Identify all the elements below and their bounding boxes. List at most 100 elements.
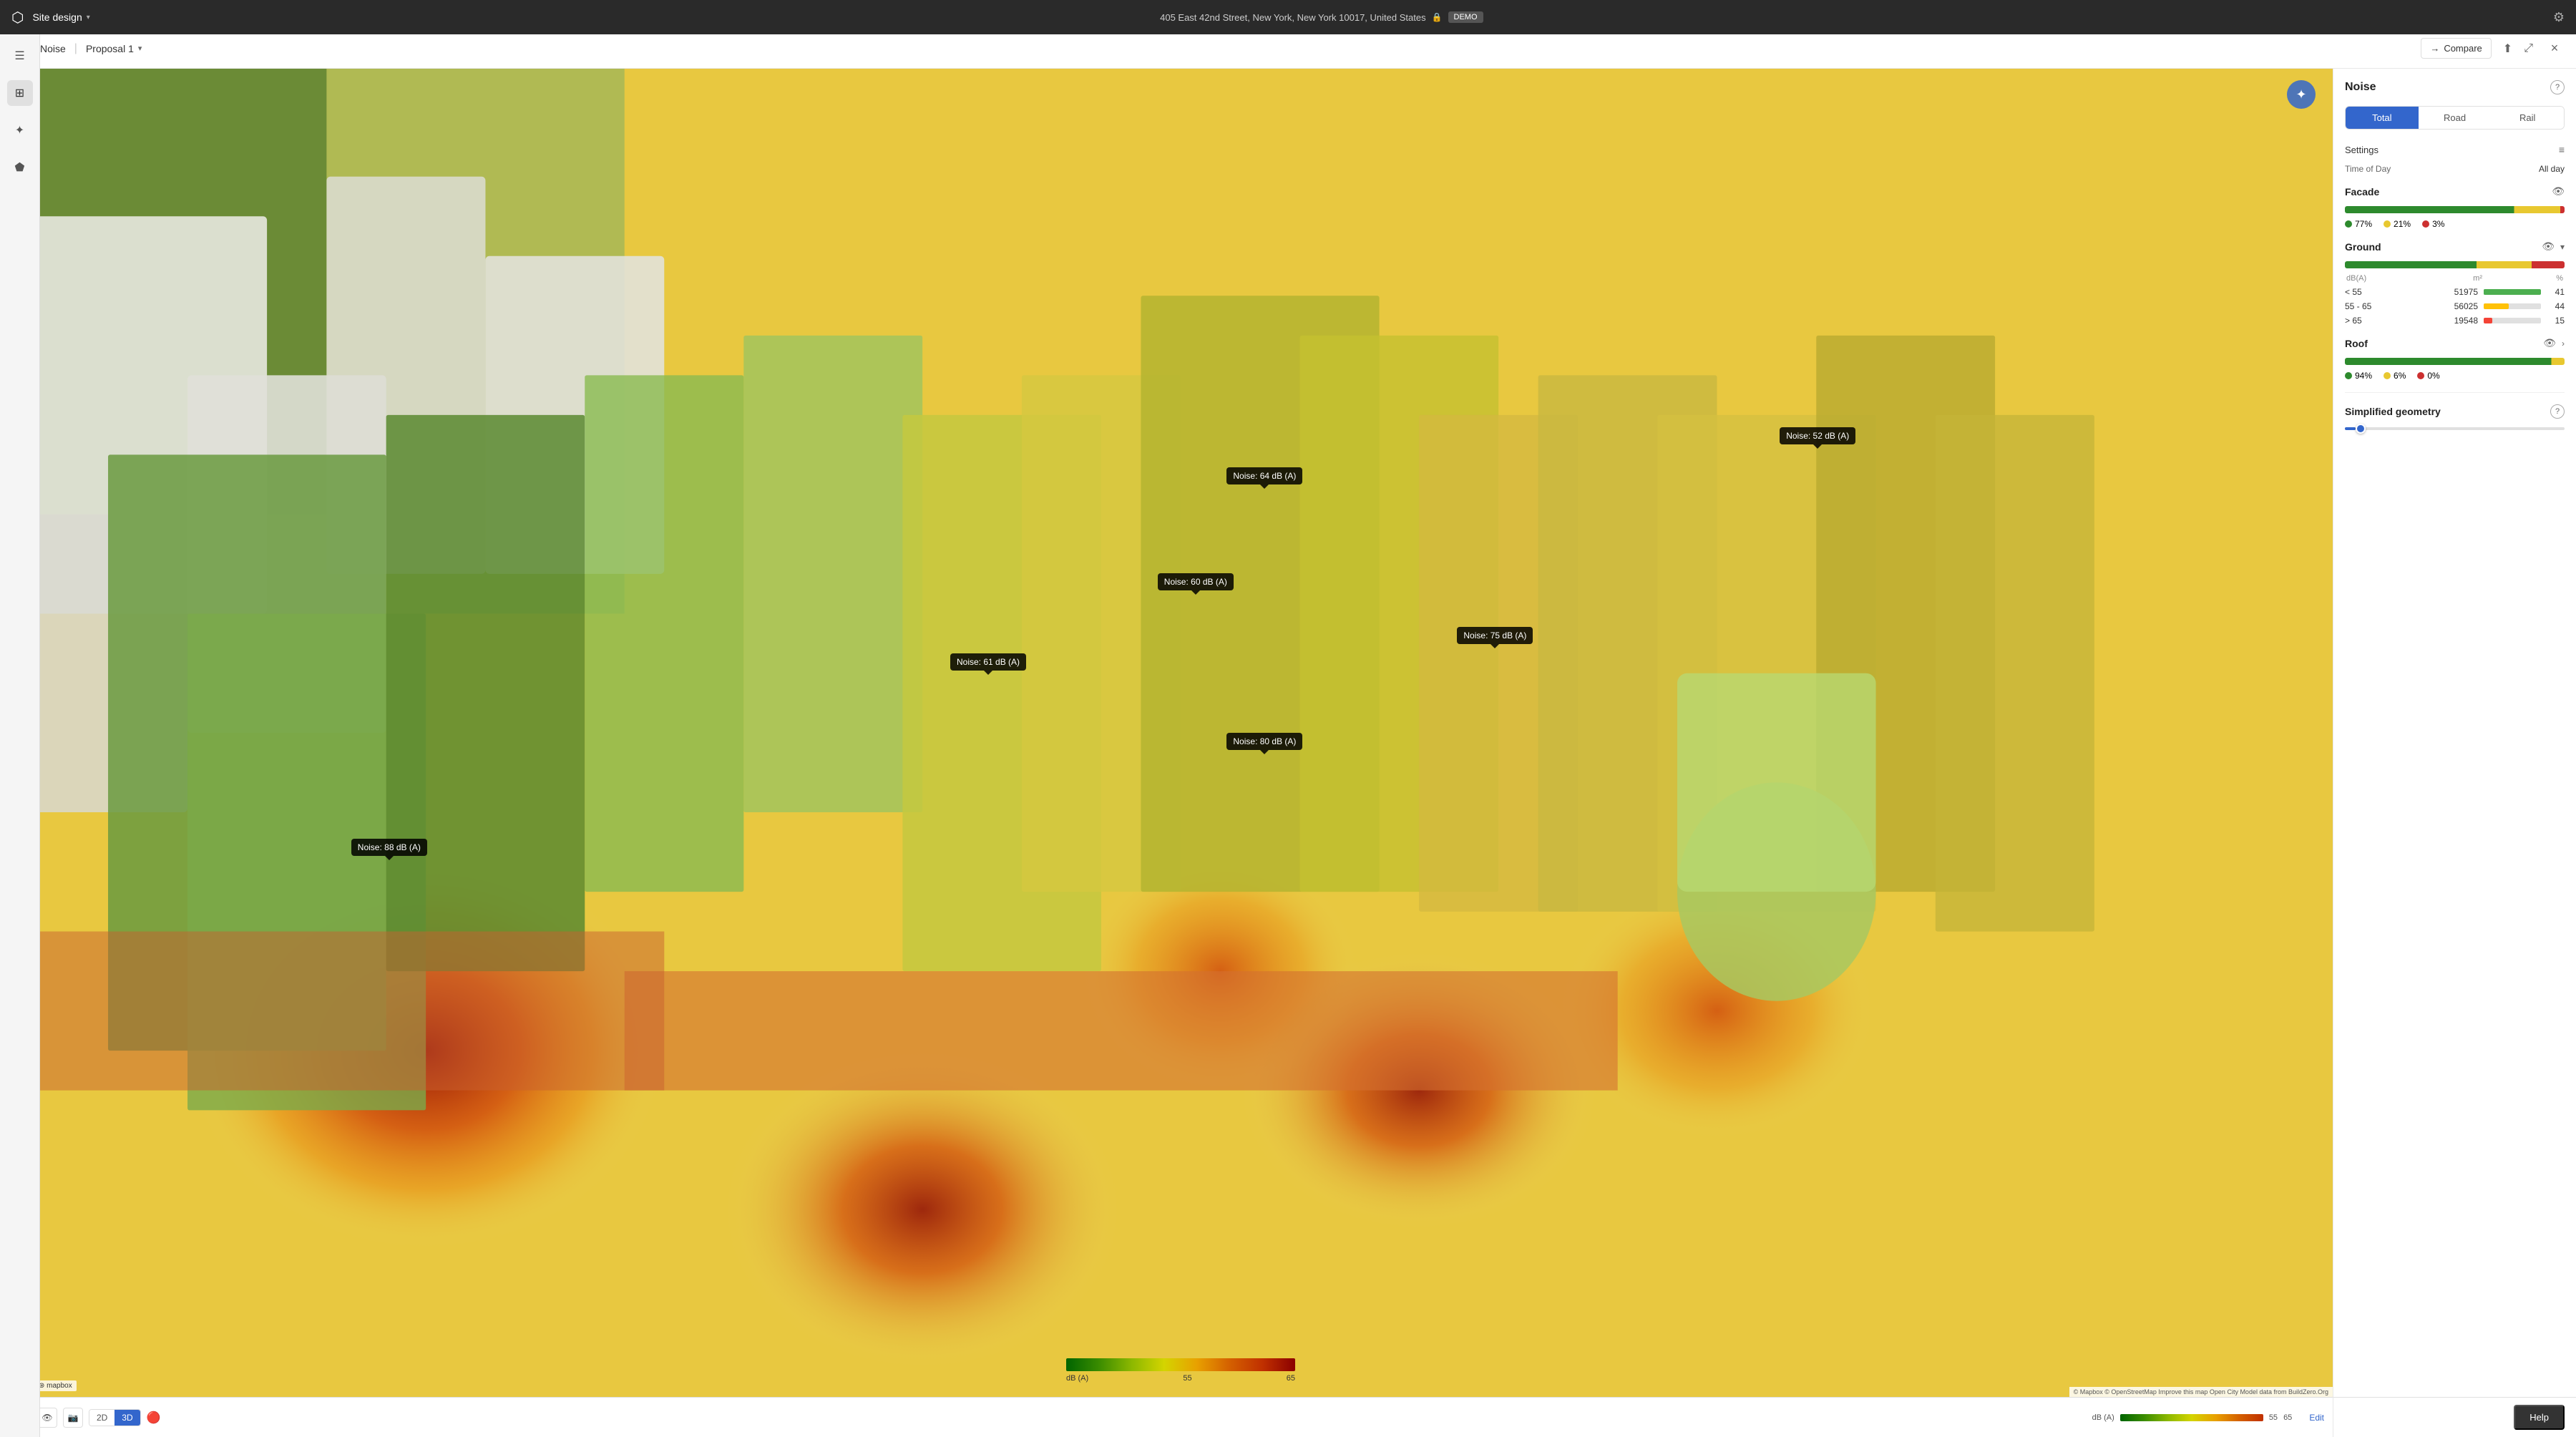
pct-gt65: 15 (2547, 316, 2565, 326)
right-panel: Noise ? Total Road Rail Settings ≡ Time … (2333, 69, 2576, 1437)
scale-55-label: 55 (2269, 1413, 2278, 1422)
address-text: 405 East 42nd Street, New York, New York… (1160, 12, 1425, 23)
settings-top-icon[interactable]: ⚙ (2553, 10, 2565, 25)
proposal-name: Proposal 1 (86, 43, 134, 54)
facade-red-dot (2422, 220, 2429, 228)
scale-label-right: 65 (1287, 1374, 1295, 1383)
scale-65-label: 65 (2283, 1413, 2292, 1422)
ground-table-header: dB(A) m² % (2345, 274, 2565, 283)
bar-gt65 (2484, 318, 2541, 323)
right-panel-title-row: Noise ? (2345, 80, 2565, 94)
facade-section-header: Facade 👁 (2345, 185, 2565, 198)
time-of-day-value: All day (2539, 164, 2565, 174)
top-bar: ⬡ Site design ▾ 405 East 42nd Street, Ne… (0, 0, 2576, 34)
roof-yellow-dot (2384, 372, 2391, 379)
bottom-map-controls-left: 👁 📷 2D 3D 🔴 (37, 1408, 161, 1428)
bar-55-65 (2484, 303, 2541, 309)
bottom-strip: 👁 📷 2D 3D 🔴 dB (A) 55 65 Edit (29, 1397, 2333, 1437)
ground-expand-icon[interactable]: ▾ (2560, 242, 2565, 252)
tab-road[interactable]: Road (2419, 107, 2492, 129)
roof-percentage-row: 94% 6% 0% (2345, 371, 2565, 381)
mode-3d-btn[interactable]: 3D (114, 1410, 140, 1426)
panel-header-right: → Compare ⬆ ⤢ × (2421, 38, 2565, 59)
top-bar-right: ⚙ (2553, 10, 2565, 25)
tab-total[interactable]: Total (2346, 107, 2419, 129)
noise-help-icon[interactable]: ? (2550, 80, 2565, 94)
sidebar-menu-icon[interactable]: ☰ (7, 43, 33, 69)
scale-labels: dB (A) 55 65 (1066, 1374, 1295, 1383)
bottom-scale-section: dB (A) 55 65 (2092, 1413, 2293, 1422)
scale-dba-label: dB (A) (2092, 1413, 2114, 1422)
proposal-arrow: ▾ (138, 44, 142, 53)
panel-header: Noise | Proposal 1 ▾ → Compare ⬆ ⤢ × (29, 29, 2576, 69)
app-title-section[interactable]: Site design ▾ (32, 11, 89, 23)
ground-data-table: dB(A) m² % < 55 51975 41 55 - 65 56025 (2345, 274, 2565, 326)
roof-green-pct: 94% (2345, 371, 2372, 381)
ground-row-lt55: < 55 51975 41 (2345, 287, 2565, 297)
panel-separator: | (74, 42, 77, 55)
expand-icon[interactable]: ⤢ (2524, 42, 2533, 55)
view-mode-toggle: 2D 3D (89, 1409, 141, 1426)
eye-ctrl-btn[interactable]: 👁 (37, 1408, 57, 1428)
demo-badge: DEMO (1448, 11, 1483, 23)
time-of-day-label: Time of Day (2345, 164, 2391, 174)
close-button[interactable]: × (2545, 39, 2565, 59)
left-sidebar: ☰ ⊞ ✦ ⬟ (0, 34, 40, 1437)
bottom-right-panel: Help (2333, 1397, 2576, 1437)
facade-eye-icon[interactable]: 👁 (2552, 185, 2565, 198)
col-header-bar (2488, 274, 2545, 283)
scale-label-mid: 55 (1183, 1374, 1191, 1383)
roof-title: Roof (2345, 338, 2368, 349)
roof-gradient-bar (2345, 358, 2565, 365)
noise-panel-title: Noise (2345, 81, 2376, 94)
sidebar-tools-icon[interactable]: ✦ (7, 117, 33, 143)
facade-icons: 👁 (2552, 185, 2565, 198)
proposal-dropdown[interactable]: Proposal 1 ▾ (86, 43, 142, 54)
facade-title: Facade (2345, 186, 2379, 198)
compare-button[interactable]: → Compare (2421, 38, 2491, 59)
scale-label-left: dB (A) (1066, 1374, 1088, 1383)
compass-icon: 🔴 (147, 1411, 161, 1425)
map-area[interactable]: Noise: 88 dB (A) Noise: 80 dB (A) Noise:… (29, 69, 2333, 1397)
roof-icons: 👁 › (2543, 337, 2565, 349)
tab-rail[interactable]: Rail (2491, 107, 2564, 129)
compare-icon: → (2430, 43, 2439, 54)
roof-red-pct: 0% (2417, 371, 2439, 381)
simplified-geometry-title: Simplified geometry (2345, 406, 2441, 417)
facade-red-pct: 3% (2422, 219, 2444, 229)
3d-scene[interactable] (29, 69, 2333, 1397)
mode-2d-btn[interactable]: 2D (89, 1410, 114, 1426)
facade-yellow-pct: 21% (2384, 219, 2411, 229)
navigation-button[interactable]: ✦ (2287, 80, 2316, 109)
bar-lt55 (2484, 289, 2541, 295)
ground-row-55-65: 55 - 65 56025 44 (2345, 301, 2565, 311)
camera-ctrl-btn[interactable]: 📷 (63, 1408, 83, 1428)
ground-icons: 👁 ▾ (2542, 240, 2565, 253)
col-header-pct: % (2545, 274, 2563, 283)
map-attribution: © Mapbox © OpenStreetMap Improve this ma… (2069, 1387, 2333, 1397)
app-title: Site design (32, 11, 82, 23)
roof-section-header: Roof 👁 › (2345, 337, 2565, 349)
edit-btn[interactable]: Edit (2309, 1413, 2324, 1423)
facade-gradient-bar (2345, 206, 2565, 213)
settings-label: Settings (2345, 145, 2379, 155)
range-lt55: < 55 (2345, 287, 2381, 297)
help-button[interactable]: Help (2514, 1405, 2565, 1430)
facade-green-pct: 77% (2345, 219, 2372, 229)
roof-expand-icon[interactable]: › (2562, 338, 2565, 349)
sidebar-shape-icon[interactable]: ⬟ (7, 155, 33, 180)
bottom-scale-bar (2120, 1414, 2263, 1421)
ground-eye-icon[interactable]: 👁 (2542, 240, 2555, 253)
color-scale: dB (A) 55 65 (1066, 1358, 1295, 1383)
map-svg (29, 69, 2333, 1397)
simplified-help-icon[interactable]: ? (2550, 404, 2565, 419)
sidebar-layers-icon[interactable]: ⊞ (7, 80, 33, 106)
facade-percentage-row: 77% 21% 3% (2345, 219, 2565, 229)
roof-yellow-pct: 6% (2384, 371, 2406, 381)
ground-section-header: Ground 👁 ▾ (2345, 240, 2565, 253)
settings-adjust-icon[interactable]: ≡ (2559, 144, 2565, 155)
simplified-geometry-header: Simplified geometry ? (2345, 404, 2565, 419)
share-icon[interactable]: ⬆ (2503, 42, 2512, 56)
roof-eye-icon[interactable]: 👁 (2543, 337, 2556, 349)
mapbox-logo: ⊛ mapbox (34, 1380, 77, 1391)
